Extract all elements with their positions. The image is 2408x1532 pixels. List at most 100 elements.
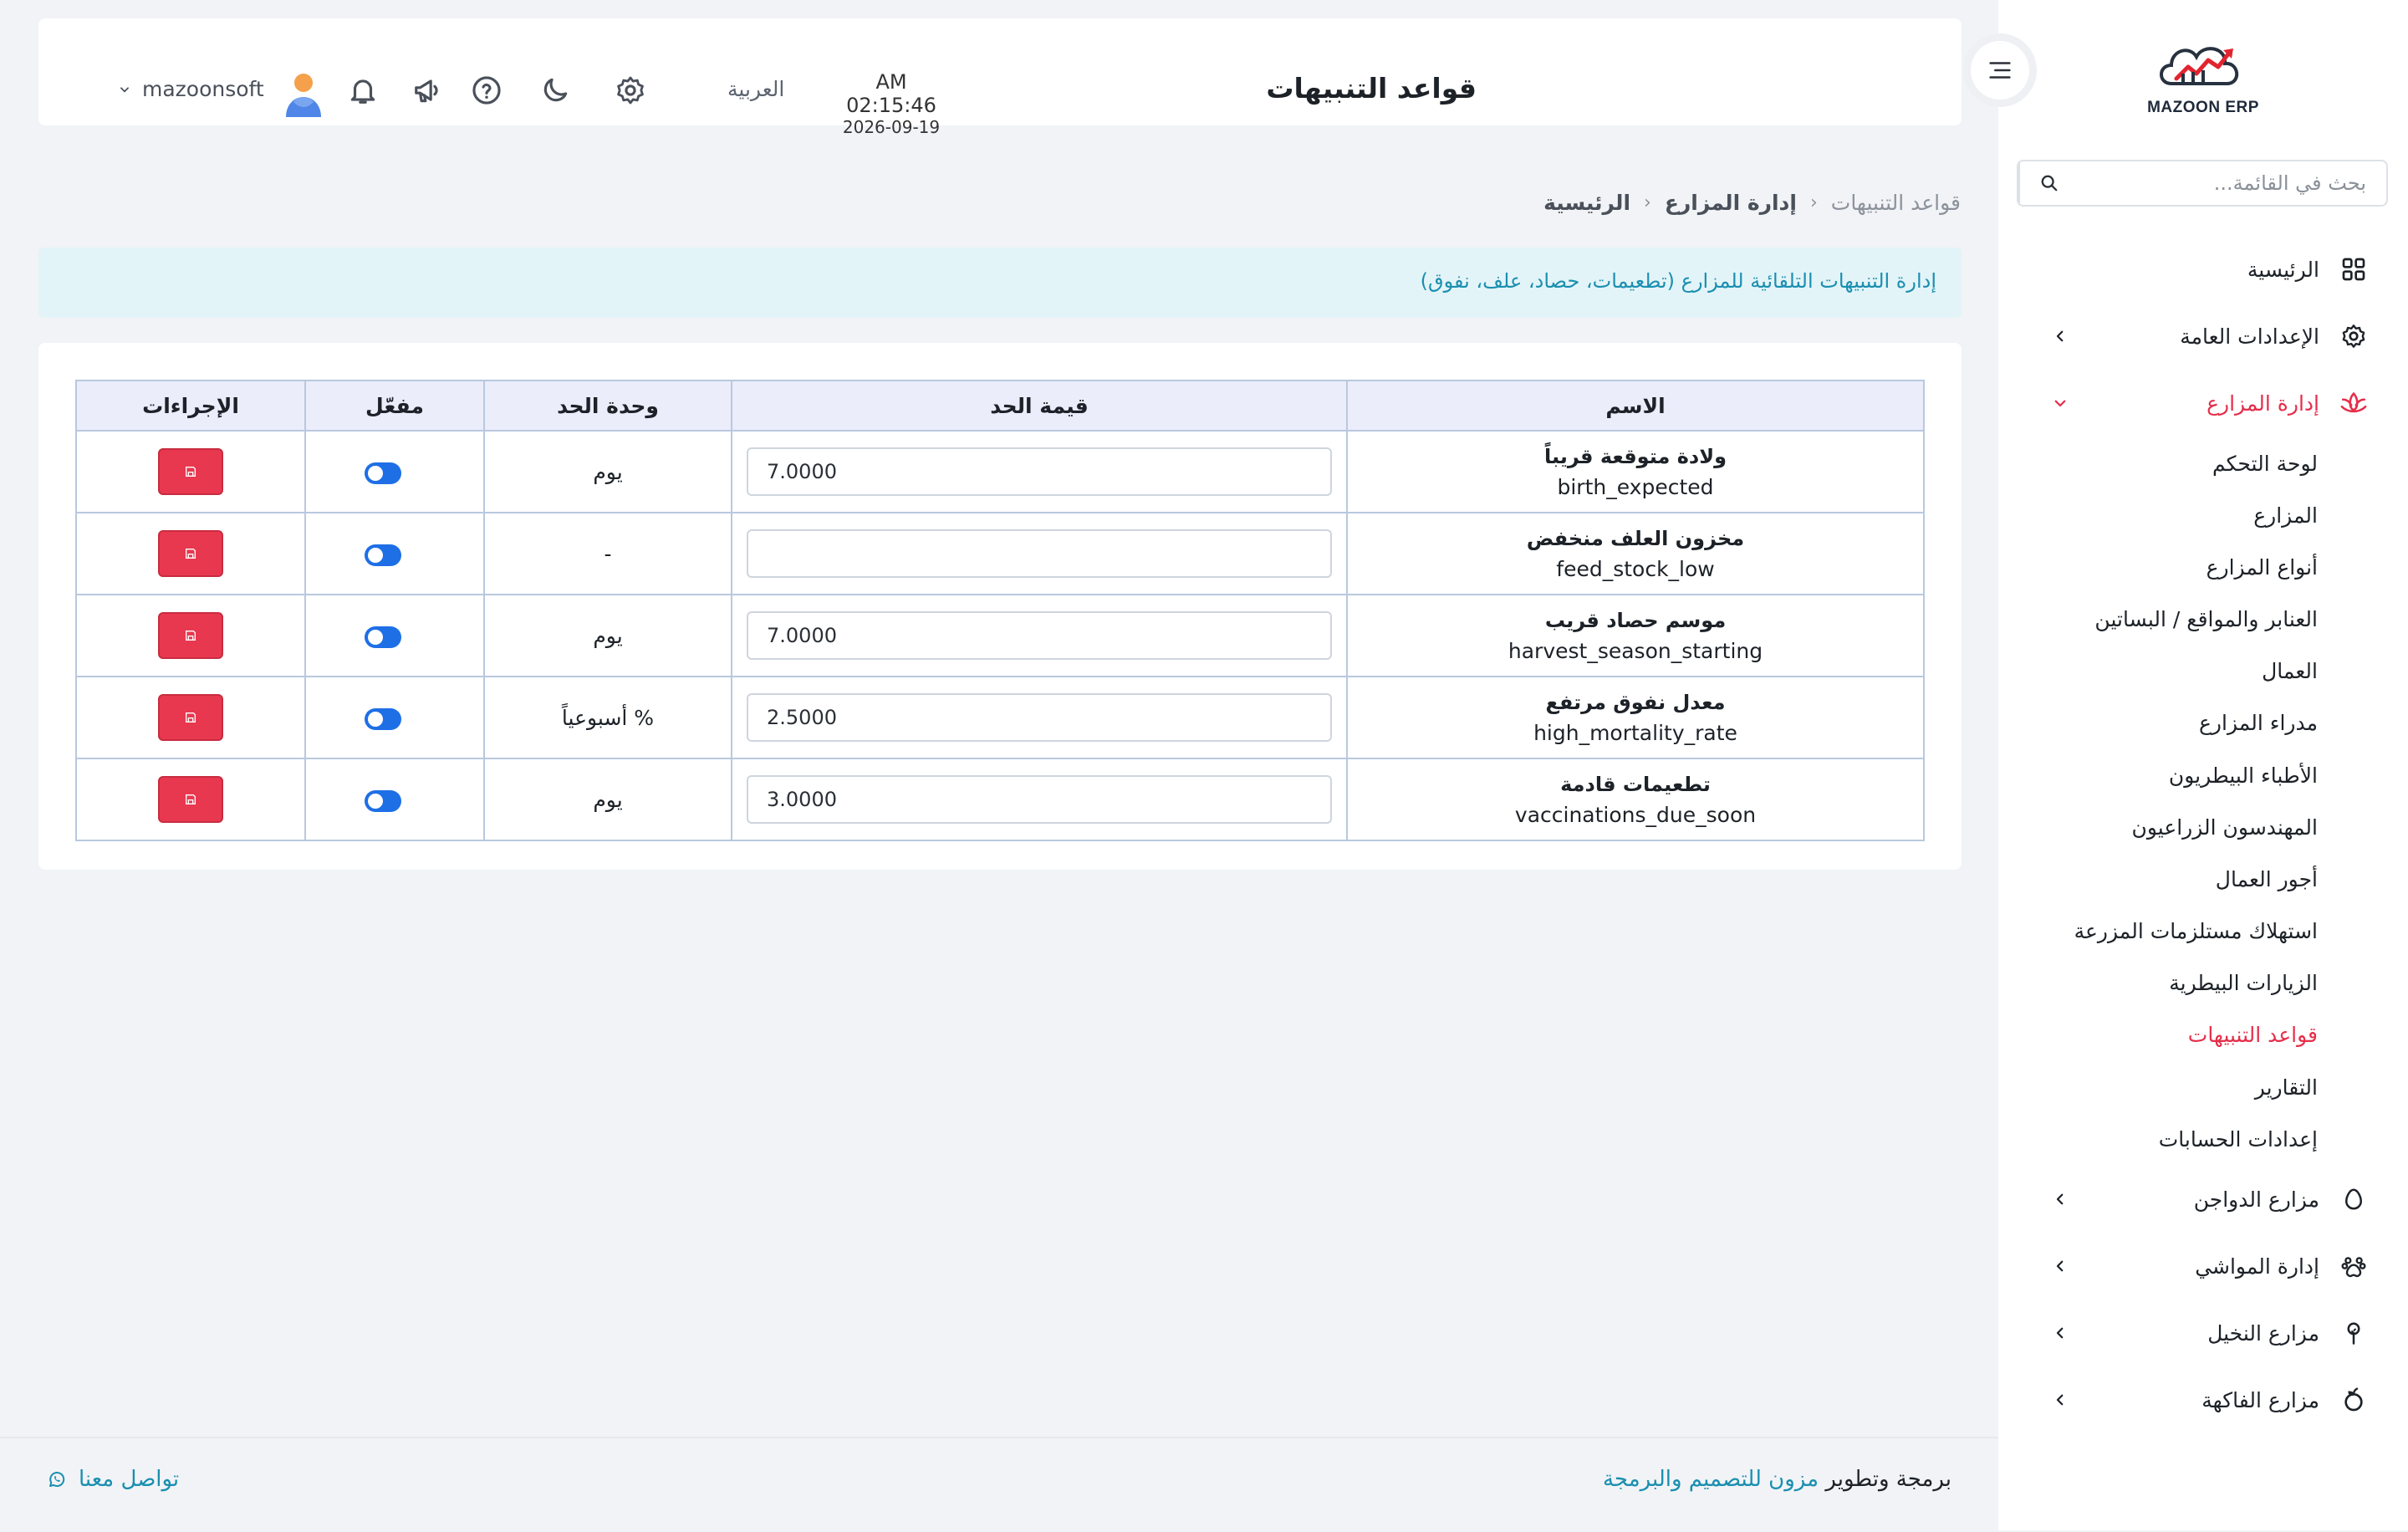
breadcrumb: الرئيسية ‹ إدارة المزارع ‹ قواعد التنبيه… [1543, 191, 1961, 215]
save-button[interactable] [158, 694, 223, 741]
table-row: موسم حصاد قريب harvest_season_starting ي… [75, 594, 1925, 677]
threshold-value-input[interactable] [747, 611, 1332, 660]
enabled-cell [304, 430, 485, 513]
footer: برمجة وتطوير مزون للتصميم والبرمجة تواصل… [0, 1437, 1998, 1532]
breadcrumb-farm-management[interactable]: إدارة المزارع [1665, 191, 1797, 215]
enabled-toggle[interactable] [365, 789, 401, 812]
save-icon [186, 467, 196, 477]
menu-icon [1989, 62, 2011, 79]
sidebar-subitem-workers[interactable]: العمال [2262, 650, 2318, 692]
help-button[interactable] [468, 72, 505, 109]
rule-code: harvest_season_starting [1508, 638, 1763, 663]
top-header: قواعد التنبيهات AM 02:15:46 2026-09-19 ا… [38, 18, 1962, 137]
sidebar-subitem-veterinarians[interactable]: الأطباء البيطريون [2169, 754, 2318, 796]
save-icon [186, 712, 196, 723]
clock-time: AM 02:15:46 [846, 70, 936, 117]
settings-button[interactable] [612, 72, 649, 109]
sidebar-item-livestock[interactable]: إدارة المواشي [1998, 1241, 2408, 1291]
egg-icon [2338, 1183, 2370, 1215]
column-header-name: الاسم [1346, 380, 1925, 432]
contact-us-label: تواصل معنا [79, 1467, 180, 1492]
column-header-threshold-value: قيمة الحد [731, 380, 1348, 432]
breadcrumb-separator-icon: ‹ [1809, 192, 1818, 213]
threshold-value-input[interactable] [747, 529, 1332, 578]
save-button[interactable] [158, 776, 223, 823]
threshold-value-input[interactable] [747, 447, 1332, 496]
sidebar-subitem-barns-sites[interactable]: العنابر والمواقع / البساتين [2094, 598, 2318, 640]
sidebar-subitem-account-settings[interactable]: إعدادات الحسابات [2159, 1118, 2318, 1160]
contact-us-link[interactable]: تواصل معنا [47, 1467, 179, 1492]
sidebar-subitem-farms[interactable]: المزارع [2253, 494, 2318, 536]
clock: AM 02:15:46 2026-09-19 [833, 70, 950, 137]
enabled-toggle[interactable] [365, 462, 401, 484]
sidebar-toggle-button[interactable] [1963, 33, 2037, 107]
sidebar-item-label: إدارة المزارع [2206, 391, 2319, 416]
sidebar-item-home[interactable]: الرئيسية [1998, 244, 2408, 294]
threshold-unit: يوم [483, 758, 732, 841]
notifications-button[interactable] [344, 72, 381, 109]
column-header-actions: الإجراءات [75, 380, 306, 432]
sidebar-item-palm-farms[interactable]: مزارع النخيل [1998, 1308, 2408, 1358]
sidebar-item-farm-management[interactable]: إدارة المزارع [1998, 378, 2408, 428]
search-button[interactable] [2018, 161, 2079, 205]
column-header-enabled: مفعّل [304, 380, 485, 432]
enabled-toggle[interactable] [365, 707, 401, 730]
sidebar-subitem-supplies-consumption[interactable]: استهلاك مستلزمات المزرعة [2074, 910, 2318, 952]
sidebar-subitem-alert-rules[interactable]: قواعد التنبيهات [2188, 1014, 2318, 1055]
avatar[interactable] [283, 70, 324, 117]
sidebar-subitem-worker-wages[interactable]: أجور العمال [2216, 858, 2318, 900]
rule-name: موسم حصاد قريب [1544, 608, 1727, 632]
chevron-left-icon [2048, 324, 2072, 348]
threshold-value-input[interactable] [747, 775, 1332, 824]
rule-code: feed_stock_low [1556, 556, 1715, 581]
sidebar-subitem-agri-engineers[interactable]: المهندسون الزراعيون [2132, 806, 2319, 848]
logo-text: MAZOON ERP [2147, 99, 2259, 116]
threshold-value-input[interactable] [747, 693, 1332, 742]
footer-brand-link[interactable]: مزون للتصميم والبرمجة [1603, 1467, 1819, 1492]
fruit-icon [2338, 1384, 2370, 1416]
breadcrumb-home[interactable]: الرئيسية [1543, 191, 1630, 215]
sidebar-item-label: الإعدادات العامة [2180, 324, 2319, 349]
chevron-down-icon [120, 86, 129, 92]
sidebar-subitem-farm-managers[interactable]: مدراء المزارع [2199, 702, 2318, 743]
app-logo[interactable]: MAZOON ERP [2132, 30, 2274, 122]
sidebar-subitem-dashboard[interactable]: لوحة التحكم [2212, 442, 2318, 484]
dark-mode-toggle[interactable] [537, 72, 574, 109]
sidebar-item-poultry-farms[interactable]: مزارع الدواجن [1998, 1174, 2408, 1224]
announcements-button[interactable] [410, 72, 446, 109]
username: mazoonsoft [142, 77, 264, 101]
enabled-cell [304, 594, 485, 677]
threshold-unit: - [483, 512, 732, 595]
sidebar-item-fruit-farms[interactable]: مزارع الفاكهة [1998, 1375, 2408, 1425]
sidebar-item-general-settings[interactable]: الإعدادات العامة [1998, 311, 2408, 361]
actions-cell [75, 594, 306, 677]
sidebar-subitem-reports[interactable]: التقارير [2255, 1066, 2318, 1108]
sidebar-subitem-vet-visits[interactable]: الزيارات البيطرية [2169, 962, 2318, 1003]
paw-icon [2338, 1250, 2370, 1282]
clock-date: 2026-09-19 [842, 117, 941, 137]
rule-name-cell: ولادة متوقعة قريباً birth_expected [1346, 430, 1925, 513]
alert-rules-table: الاسم قيمة الحد وحدة الحد مفعّل الإجراءا… [75, 380, 1925, 841]
actions-cell [75, 758, 306, 841]
threshold-unit: يوم [483, 430, 732, 513]
enabled-cell [304, 758, 485, 841]
threshold-value-cell [731, 676, 1348, 759]
rule-name-cell: معدل نفوق مرتفع high_mortality_rate [1346, 676, 1925, 759]
language-switch[interactable]: العربية [727, 77, 784, 101]
rule-name-cell: مخزون العلف منخفض feed_stock_low [1346, 512, 1925, 595]
user-menu[interactable]: mazoonsoft [119, 77, 264, 101]
save-button[interactable] [158, 612, 223, 659]
save-button[interactable] [158, 530, 223, 577]
sidebar-subitem-farm-types[interactable]: أنواع المزارع [2206, 546, 2318, 588]
rule-code: vaccinations_due_soon [1514, 802, 1757, 827]
enabled-toggle[interactable] [365, 626, 401, 648]
sidebar-item-label: مزارع الفاكهة [2201, 1387, 2319, 1412]
enabled-toggle[interactable] [365, 544, 401, 566]
enabled-cell [304, 676, 485, 759]
table-row: تطعيمات قادمة vaccinations_due_soon يوم [75, 758, 1925, 841]
save-button[interactable] [158, 448, 223, 495]
logo-icon [2160, 47, 2238, 85]
table-header-row: الاسم قيمة الحد وحدة الحد مفعّل الإجراءا… [75, 380, 1925, 432]
lotus-icon [2338, 387, 2370, 419]
sidebar-search-input[interactable] [2079, 161, 2386, 205]
